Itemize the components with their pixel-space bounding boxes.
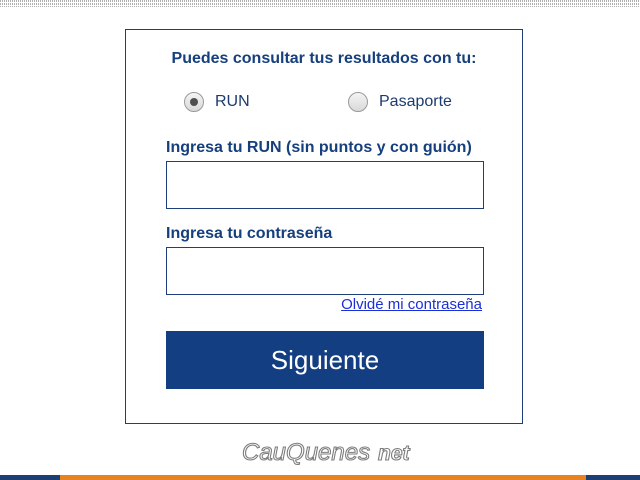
top-pattern-bar xyxy=(0,0,640,7)
bottom-color-bar xyxy=(0,475,640,480)
run-field-label: Ingresa tu RUN (sin puntos y con guión) xyxy=(166,139,472,156)
login-card: Puedes consultar tus resultados con tu: … xyxy=(125,29,523,424)
bottom-bar-right-segment xyxy=(586,475,640,480)
radio-pasaporte[interactable]: Pasaporte xyxy=(348,90,452,114)
run-input[interactable] xyxy=(166,161,484,209)
submit-button[interactable]: Siguiente xyxy=(166,331,484,389)
bottom-bar-left-segment xyxy=(0,475,60,480)
forgot-password-link[interactable]: Olvidé mi contraseña xyxy=(341,296,482,313)
logo-text: CauQuenes xyxy=(242,439,370,466)
radio-pasaporte-circle[interactable] xyxy=(348,92,368,112)
intro-text: Puedes consultar tus resultados con tu: xyxy=(171,50,477,67)
radio-run[interactable]: RUN xyxy=(184,90,250,114)
bottom-bar-center-segment xyxy=(60,475,586,480)
password-field-label: Ingresa tu contraseña xyxy=(166,225,333,242)
cauquenes-logo: CauQuenes net xyxy=(241,438,411,466)
logo-suffix: net xyxy=(378,442,411,465)
password-input[interactable] xyxy=(166,247,484,295)
radio-run-label: RUN xyxy=(215,93,250,110)
radio-pasaporte-label: Pasaporte xyxy=(379,93,452,110)
radio-run-circle[interactable] xyxy=(184,92,204,112)
